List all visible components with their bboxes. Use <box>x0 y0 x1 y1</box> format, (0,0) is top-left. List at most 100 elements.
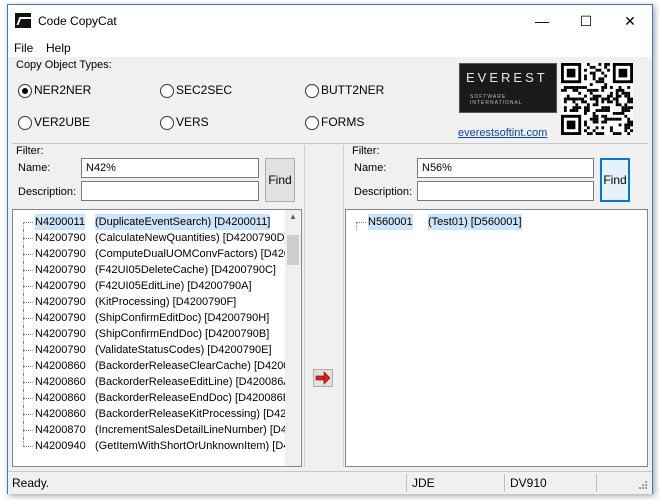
tree-item-description: (BackorderReleaseKitProcessing) [D42C <box>95 408 295 420</box>
scroll-up-icon[interactable]: ▲ <box>289 212 297 221</box>
status-divider <box>406 474 407 492</box>
right-filter-label: Filter: <box>352 145 380 157</box>
tree-line <box>23 302 33 303</box>
left-name-label: Name: <box>18 162 51 174</box>
tree-item-code: N4200860 <box>35 392 86 404</box>
radio-label-forms[interactable]: FORMS <box>321 115 364 129</box>
right-tree[interactable]: N560001 (Test01) [D560001] <box>345 209 648 467</box>
app-icon <box>15 13 31 28</box>
right-name-input[interactable] <box>417 158 594 178</box>
tree-line <box>23 398 33 399</box>
left-filter-label: Filter: <box>16 145 44 157</box>
tree-row[interactable]: N4200790 (ShipConfirmEditDoc) [D4200790H] <box>13 310 285 326</box>
menu-help[interactable]: Help <box>46 41 71 55</box>
tree-line <box>23 286 33 287</box>
tree-item-code: N560001 <box>368 214 413 230</box>
left-name-input[interactable] <box>81 158 259 178</box>
title-bar[interactable]: Code CopyCat — ☐ ✕ <box>8 5 652 37</box>
status-divider <box>596 474 597 492</box>
tree-item-description: (ValidateStatusCodes) [D4200790E] <box>95 344 272 356</box>
tree-row[interactable]: N4200790 (CalculateNewQuantities) [D42007… <box>13 230 288 246</box>
tree-item-code: N4200790 <box>35 344 86 356</box>
status-path-code: DV910 <box>510 476 547 490</box>
tree-line <box>23 334 33 335</box>
tree-line <box>356 222 357 230</box>
radio-ner2ner[interactable] <box>18 84 32 98</box>
radio-label-vers[interactable]: VERS <box>176 115 209 129</box>
tree-line <box>23 238 33 239</box>
left-find-button[interactable]: Find <box>265 158 295 202</box>
tree-item-code: N4200860 <box>35 376 86 388</box>
tree-row[interactable]: N4200011 (DuplicateEventSearch) [D4200011… <box>13 214 285 230</box>
tree-row[interactable]: N4200790 (F42UI05EditLine) [D4200790A] <box>13 278 285 294</box>
tree-line <box>23 222 33 223</box>
right-description-input[interactable] <box>417 181 594 201</box>
menu-file[interactable]: File <box>14 41 33 55</box>
tree-row[interactable]: N4200860 (BackorderReleaseEndDoc) [D42008… <box>13 390 290 406</box>
radio-ver2ube[interactable] <box>18 116 32 130</box>
tree-item-description: (Test01) [D560001] <box>428 214 522 230</box>
tree-line <box>23 366 33 367</box>
tree-item-code: N4200940 <box>35 440 86 452</box>
tree-line <box>23 254 33 255</box>
radio-vers[interactable] <box>160 116 174 130</box>
tree-item-code: N4200860 <box>35 360 86 372</box>
left-scroll-thumb[interactable] <box>287 235 299 265</box>
copy-types-label: Copy Object Types: <box>16 59 112 71</box>
tree-item-description: (DuplicateEventSearch) [D4200011] <box>95 214 271 230</box>
tree-row[interactable]: N4200790 (ShipConfirmEndDoc) [D4200790B] <box>13 326 285 342</box>
tree-row[interactable]: N4200860 (BackorderReleaseClearCache) [D4… <box>13 358 296 374</box>
tree-item-description: (KitProcessing) [D4200790F] <box>95 296 237 308</box>
tree-line <box>23 270 33 271</box>
radio-forms[interactable] <box>305 116 319 130</box>
website-link[interactable]: everestsoftint.com <box>458 127 547 139</box>
tree-item-code: N4200790 <box>35 232 86 244</box>
tree-item-code: N4200870 <box>35 424 86 436</box>
right-find-button[interactable]: Find <box>600 158 630 202</box>
tree-row[interactable]: N4200790 (KitProcessing) [D4200790F] <box>13 294 285 310</box>
left-description-input[interactable] <box>81 181 259 201</box>
tree-item-code: N4200790 <box>35 312 86 324</box>
radio-label-butt2ner[interactable]: BUTT2NER <box>321 83 384 97</box>
copy-arrow-button[interactable] <box>313 369 333 387</box>
tree-line <box>23 438 24 446</box>
radio-label-sec2sec[interactable]: SEC2SEC <box>176 83 232 97</box>
tree-row[interactable]: N4200940 (GetItemWithShortOrUnknownItem) … <box>13 438 292 454</box>
tree-item-code: N4200860 <box>35 408 86 420</box>
radio-label-ver2ube[interactable]: VER2UBE <box>34 115 90 129</box>
tree-item-code: N4200790 <box>35 296 86 308</box>
tree-row[interactable]: N4200870 (IncrementSalesDetailLineNumber)… <box>13 422 293 438</box>
right-arrow-icon <box>315 371 331 385</box>
left-description-label: Description: <box>18 186 77 198</box>
tree-line <box>23 382 33 383</box>
status-text: Ready. <box>12 476 50 490</box>
minimize-button[interactable]: — <box>520 5 564 37</box>
maximize-button[interactable]: ☐ <box>564 5 608 37</box>
tree-row[interactable]: N4200790 (ComputeDualUOMConvFactors) [D42… <box>13 246 296 262</box>
tree-item-description: (ComputeDualUOMConvFactors) [D4200 <box>95 248 297 260</box>
status-divider <box>504 474 505 492</box>
tree-row[interactable]: N560001 (Test01) [D560001] <box>346 214 636 230</box>
radio-butt2ner[interactable] <box>305 84 319 98</box>
radio-label-ner2ner[interactable]: NER2NER <box>34 83 91 97</box>
tree-line <box>356 222 366 223</box>
resize-grip-icon[interactable] <box>636 480 648 492</box>
logo-text: EVEREST <box>466 70 548 85</box>
close-button[interactable]: ✕ <box>608 5 652 37</box>
left-scrollbar[interactable]: ▲ <box>285 210 301 466</box>
tree-item-description: (F42UI05EditLine) [D4200790A] <box>95 280 252 292</box>
tree-line <box>23 222 24 230</box>
tree-row[interactable]: N4200790 (F42UI05DeleteCache) [D4200790C] <box>13 262 285 278</box>
right-name-label: Name: <box>354 162 387 174</box>
tree-item-description: (ShipConfirmEditDoc) [D4200790H] <box>95 312 270 324</box>
tree-row[interactable]: N4200860 (BackorderReleaseKitProcessing) … <box>13 406 294 422</box>
middle-strip <box>304 145 344 467</box>
left-tree[interactable]: N4200011 (DuplicateEventSearch) [D4200011… <box>12 209 302 467</box>
tree-row[interactable]: N4200790 (ValidateStatusCodes) [D4200790E… <box>13 342 285 358</box>
radio-sec2sec[interactable] <box>160 84 174 98</box>
tree-item-code: N4200790 <box>35 328 86 340</box>
main-window: Code CopyCat — ☐ ✕ File Help Copy Object… <box>7 4 653 494</box>
tree-item-code: N4200790 <box>35 248 86 260</box>
tree-item-description: (BackorderReleaseClearCache) [D42008 <box>95 360 296 372</box>
tree-row[interactable]: N4200860 (BackorderReleaseEditLine) [D420… <box>13 374 291 390</box>
